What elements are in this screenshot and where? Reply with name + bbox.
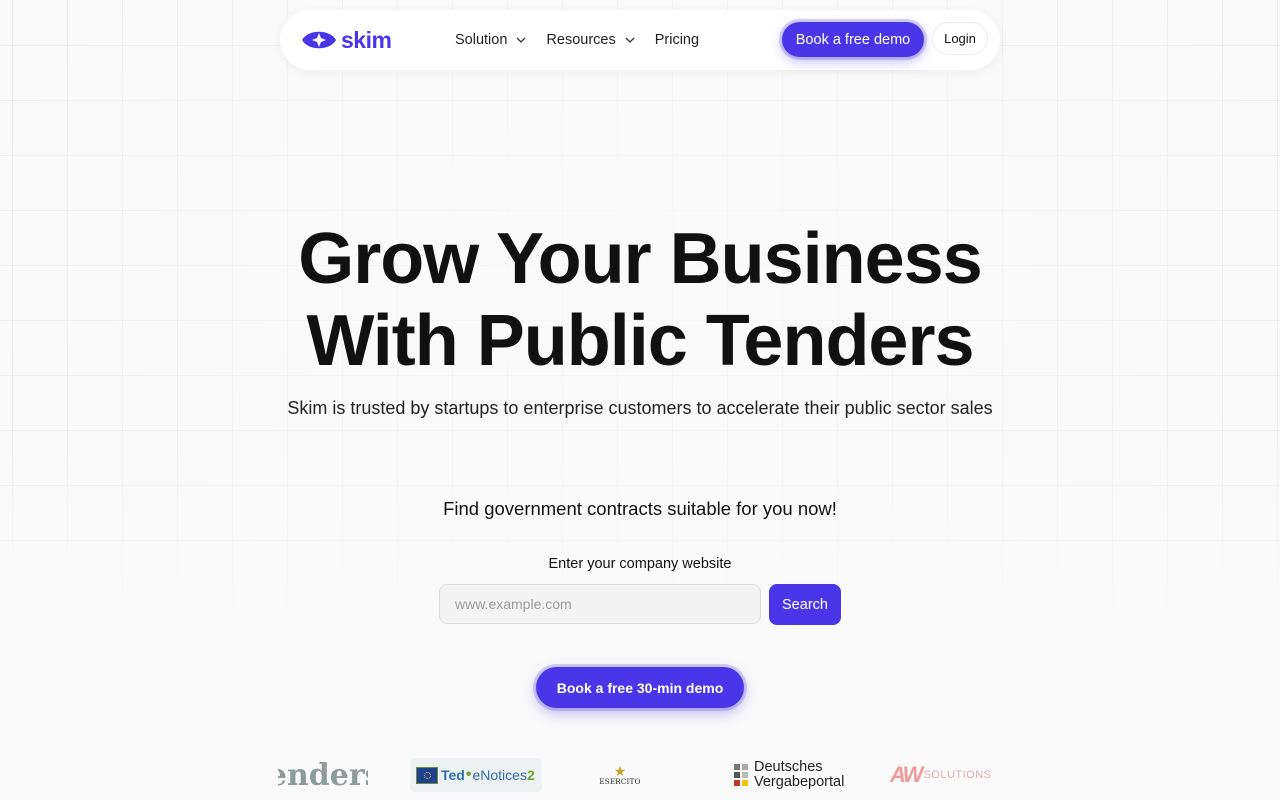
grid-squares-icon xyxy=(734,764,748,786)
ted-logo-text: Ted xyxy=(441,767,465,783)
deutsches-vergabeportal-text: Deutsches Vergabeportal xyxy=(754,760,844,790)
ted-logo-2: 2 xyxy=(526,767,535,783)
navbar: skim Solution Resources Pricing Book a f… xyxy=(280,10,1000,70)
brand-name: skim xyxy=(341,26,392,53)
star-icon: ★ xyxy=(613,763,627,779)
tenders-logo: tenders xyxy=(278,750,368,800)
nav-solution[interactable]: Solution xyxy=(455,32,526,48)
chevron-down-icon xyxy=(625,37,635,43)
main-nav: Solution Resources Pricing xyxy=(455,10,719,70)
esercito-logo-text: ESERCITO xyxy=(599,778,641,786)
hero-subtitle: Skim is trusted by startups to enterpris… xyxy=(287,398,993,418)
deutsches-vergabeportal-logo: Deutsches Vergabeportal xyxy=(734,750,844,800)
nav-pricing[interactable]: Pricing xyxy=(655,32,699,48)
skim-logo[interactable]: skim xyxy=(300,25,392,55)
book-30min-demo-button[interactable]: Book a free 30-min demo xyxy=(536,667,744,708)
aw-solutions-logo: AW SOLUTIONS xyxy=(890,750,998,800)
website-input[interactable] xyxy=(439,584,761,624)
vergabeportal-line: Vergabeportal xyxy=(754,774,844,790)
deutsches-line: Deutsches xyxy=(754,759,823,775)
esercito-logo: ★ ESERCITO xyxy=(598,750,642,800)
nav-solution-label: Solution xyxy=(455,32,508,48)
login-button[interactable]: Login xyxy=(932,22,988,55)
hero-title-line2: With Public Tenders xyxy=(306,301,974,381)
search-prompt: Find government contracts suitable for y… xyxy=(443,498,837,519)
ted-logo-separator: • xyxy=(465,766,472,783)
skim-eye-icon xyxy=(302,31,336,49)
aw-solutions-text: SOLUTIONS xyxy=(923,769,992,781)
hero-title-line1: Grow Your Business xyxy=(298,219,983,299)
hero-title: Grow Your Business With Public Tenders xyxy=(0,218,1280,382)
ted-logo-enotices: eNotices xyxy=(472,767,527,783)
nav-pricing-label: Pricing xyxy=(654,32,700,48)
website-label: Enter your company website xyxy=(548,556,732,572)
tenders-logo-text: tenders xyxy=(278,757,368,793)
ted-enotices2-logo: Ted • eNotices 2 xyxy=(410,758,542,792)
search-button[interactable]: Search xyxy=(769,584,841,625)
nav-resources-label: Resources xyxy=(546,32,616,48)
nav-resources[interactable]: Resources xyxy=(546,32,635,48)
aw-mark: AW xyxy=(890,762,923,787)
partner-logos: tenders Ted • eNotices 2 ★ ESERCITO Deut… xyxy=(0,750,1280,800)
book-demo-button[interactable]: Book a free demo xyxy=(782,22,924,57)
eu-flag-icon xyxy=(416,766,438,784)
chevron-down-icon xyxy=(516,37,526,43)
